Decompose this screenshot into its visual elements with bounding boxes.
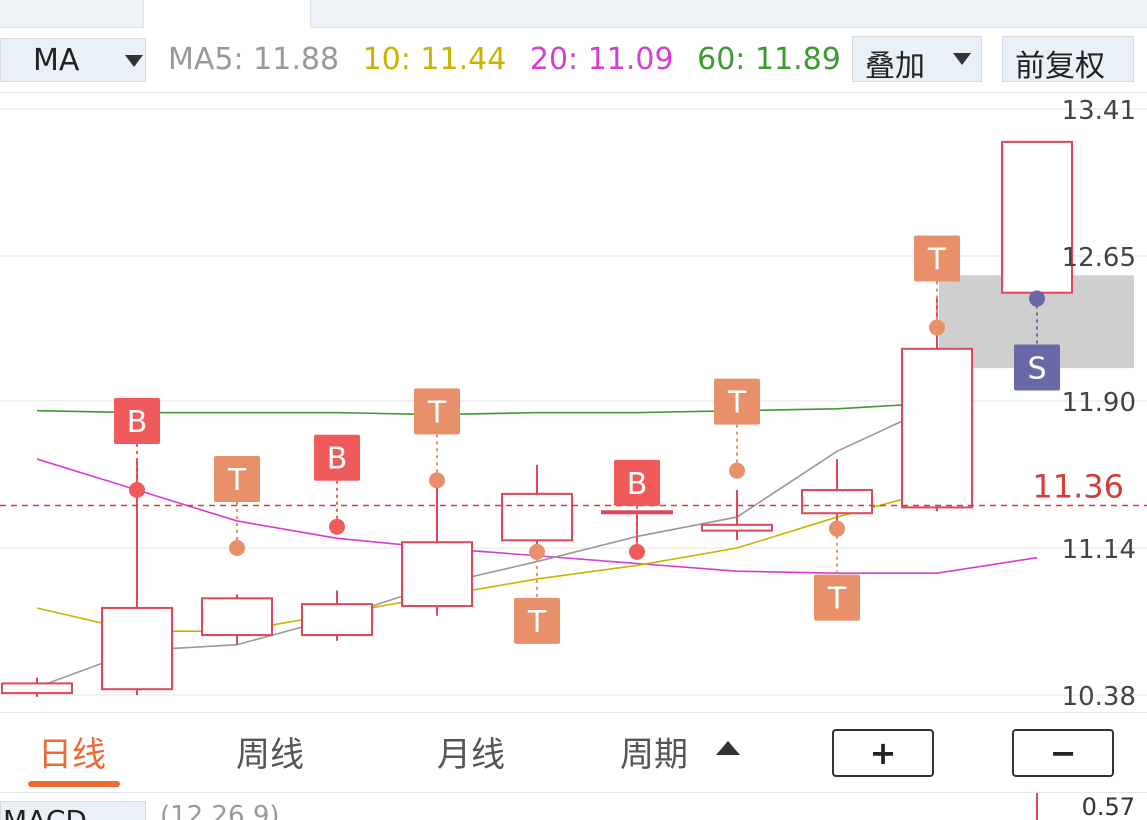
marker-dot <box>1029 290 1045 307</box>
candle-body <box>1 682 73 695</box>
marker-label-b: B <box>127 405 148 440</box>
macd-indicator-select[interactable]: MACD <box>0 801 146 820</box>
y-tick-label: 10.38 <box>1062 682 1136 712</box>
candlestick-chart[interactable]: B T B T T B T T T S 13.41 12.65 11.90 11.14 10.38 11.36 <box>0 0 1147 819</box>
marker-dot <box>429 472 445 489</box>
marker-dot <box>729 462 745 479</box>
active-tab-underline <box>28 781 120 787</box>
macd-axis-value: 0.57 <box>1081 793 1135 820</box>
zoom-in-button[interactable]: + <box>832 729 934 777</box>
marker-label-b: B <box>327 442 348 477</box>
current-price-label: 11.36 <box>1032 467 1124 505</box>
y-tick-label: 13.41 <box>1062 96 1136 126</box>
candle-body <box>101 606 173 691</box>
marker-dot <box>129 481 145 498</box>
caret-up-icon[interactable] <box>716 741 740 755</box>
marker-label-t: T <box>227 463 247 498</box>
zoom-out-button[interactable]: − <box>1012 729 1114 777</box>
macd-indicator-label: MACD <box>3 804 87 820</box>
marker-dot <box>629 543 645 560</box>
period-bar: 日线 周线 月线 周期 + − <box>0 712 1147 793</box>
marker-label-t: T <box>527 605 547 640</box>
macd-params: (12,26,9) <box>160 801 280 820</box>
candle-body <box>201 597 273 637</box>
marker-label-t: T <box>727 386 747 421</box>
y-tick-label: 12.65 <box>1062 243 1136 273</box>
marker-dot <box>529 543 545 560</box>
ma60-line <box>36 402 938 416</box>
marker-label-t: T <box>427 395 447 430</box>
tab-daily[interactable]: 日线 <box>38 727 106 776</box>
marker-label-s: S <box>1027 352 1046 387</box>
candle-body <box>401 541 473 608</box>
candle-body <box>801 488 873 515</box>
macd-bar <box>1036 793 1038 820</box>
candle-body <box>701 523 773 532</box>
y-tick-label: 11.14 <box>1062 535 1136 565</box>
tab-weekly[interactable]: 周线 <box>236 727 304 776</box>
y-tick-label: 11.90 <box>1062 388 1136 418</box>
candle-body <box>301 603 373 637</box>
tab-period[interactable]: 周期 <box>620 727 688 776</box>
marker-label-t: T <box>927 243 947 278</box>
candle-body <box>901 347 973 509</box>
marker-label-t: T <box>827 582 847 617</box>
macd-header: MACD (12,26,9) 0.57 <box>0 792 1147 820</box>
marker-label-b: B <box>627 467 648 502</box>
marker-dot <box>229 540 245 557</box>
marker-dot <box>929 319 945 336</box>
marker-dot <box>329 518 345 535</box>
tab-monthly[interactable]: 月线 <box>437 727 505 776</box>
marker-dot <box>829 520 845 537</box>
candle-body <box>501 492 573 542</box>
